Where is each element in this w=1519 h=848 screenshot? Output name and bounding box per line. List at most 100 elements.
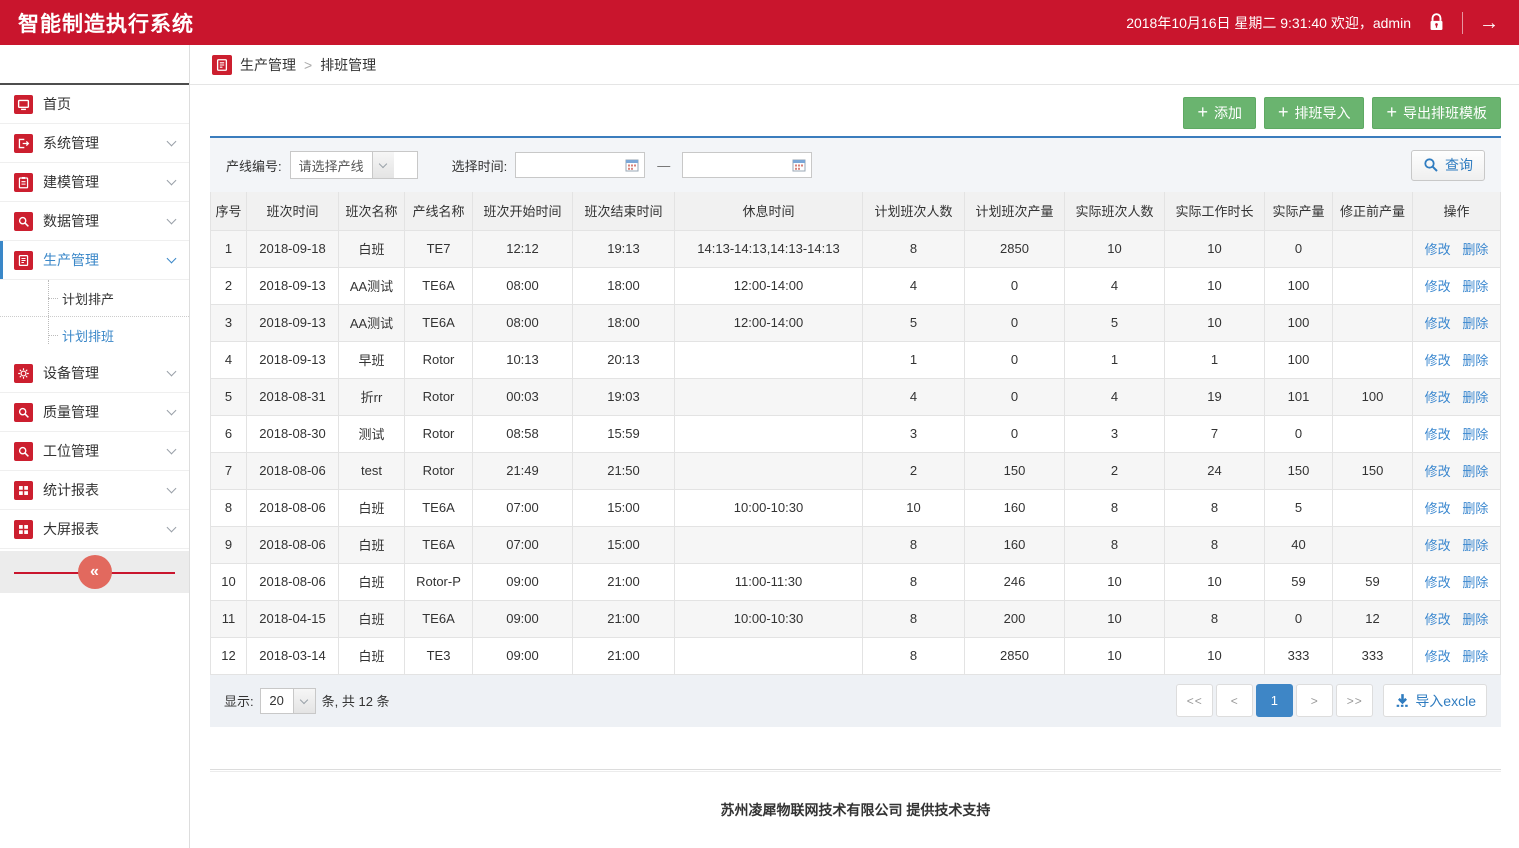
sidebar-item-production[interactable]: 生产管理 <box>0 241 189 280</box>
breadcrumb-document-icon <box>212 55 232 75</box>
logout-arrow-icon[interactable]: → <box>1479 13 1499 33</box>
sidebar-subitem-plan-shift[interactable]: 计划排班 <box>0 317 189 354</box>
delete-link[interactable]: 删除 <box>1462 316 1488 331</box>
sidebar-item-station[interactable]: 工位管理 <box>0 432 189 471</box>
cell-line-name: Rotor <box>405 452 473 489</box>
cell-index: 2 <box>211 267 247 304</box>
cell-planned-people: 8 <box>863 600 965 637</box>
top-bar: 智能制造执行系统 2018年10月16日 星期二 9:31:40 欢迎，admi… <box>0 0 1519 45</box>
delete-link[interactable]: 删除 <box>1462 242 1488 257</box>
table-body: 1 2018-09-18 白班 TE7 12:12 19:13 14:13-14… <box>211 230 1501 674</box>
col-header-planned-people: 计划班次人数 <box>863 192 965 230</box>
sidebar-subitem-plan-production[interactable]: 计划排产 <box>0 280 189 317</box>
edit-link[interactable]: 修改 <box>1425 612 1451 627</box>
cell-end-time: 15:59 <box>573 415 675 452</box>
home-icon <box>14 95 33 114</box>
line-select[interactable]: 请选择产线 <box>290 151 418 179</box>
cell-index: 1 <box>211 230 247 267</box>
shift-import-button[interactable]: + 排班导入 <box>1264 97 1365 129</box>
end-date-input[interactable] <box>688 158 792 173</box>
calendar-icon[interactable] <box>625 158 639 172</box>
edit-link[interactable]: 修改 <box>1425 649 1451 664</box>
edit-link[interactable]: 修改 <box>1425 316 1451 331</box>
cell-end-time: 20:13 <box>573 341 675 378</box>
delete-link[interactable]: 删除 <box>1462 464 1488 479</box>
export-template-button[interactable]: + 导出排班模板 <box>1372 97 1501 129</box>
cell-shift-date: 2018-08-31 <box>247 378 339 415</box>
sidebar-item-bigscreen[interactable]: 大屏报表 <box>0 510 189 549</box>
add-button[interactable]: + 添加 <box>1183 97 1256 129</box>
edit-link[interactable]: 修改 <box>1425 427 1451 442</box>
edit-link[interactable]: 修改 <box>1425 501 1451 516</box>
lock-icon[interactable] <box>1427 12 1446 33</box>
edit-link[interactable]: 修改 <box>1425 575 1451 590</box>
cell-shift-name: 早班 <box>339 341 405 378</box>
first-page-button[interactable]: << <box>1176 684 1213 717</box>
last-page-button[interactable]: >> <box>1336 684 1373 717</box>
sidebar-item-quality[interactable]: 质量管理 <box>0 393 189 432</box>
sidebar-item-label: 质量管理 <box>43 402 99 422</box>
start-date-input[interactable] <box>521 158 625 173</box>
sidebar-item-equipment[interactable]: 设备管理 <box>0 354 189 393</box>
table-row: 12 2018-03-14 白班 TE3 09:00 21:00 8 2850 … <box>211 637 1501 674</box>
cell-end-time: 21:50 <box>573 452 675 489</box>
delete-link[interactable]: 删除 <box>1462 390 1488 405</box>
import-excel-button[interactable]: 导入excle <box>1383 684 1487 717</box>
sidebar-item-modeling[interactable]: 建模管理 <box>0 163 189 202</box>
edit-link[interactable]: 修改 <box>1425 279 1451 294</box>
calendar-icon[interactable] <box>792 158 806 172</box>
query-button-label: 查询 <box>1445 155 1473 175</box>
cell-line-name: TE3 <box>405 637 473 674</box>
sidebar-item-home[interactable]: 首页 <box>0 85 189 124</box>
sidebar-item-system[interactable]: 系统管理 <box>0 124 189 163</box>
edit-link[interactable]: 修改 <box>1425 353 1451 368</box>
delete-link[interactable]: 删除 <box>1462 538 1488 553</box>
cell-index: 9 <box>211 526 247 563</box>
cell-prefix-output <box>1333 489 1413 526</box>
breadcrumb-page: 排班管理 <box>320 55 376 75</box>
sidebar: 首页 系统管理 建模管理 数据管理 生 <box>0 45 190 848</box>
clipboard-icon <box>14 173 33 192</box>
table-row: 7 2018-08-06 test Rotor 21:49 21:50 2 15… <box>211 452 1501 489</box>
sidebar-collapse-button[interactable]: « <box>78 555 112 589</box>
page-size-select[interactable]: 20 <box>260 688 316 714</box>
plus-icon: + <box>1197 103 1208 121</box>
breadcrumb-section[interactable]: 生产管理 <box>240 55 296 75</box>
delete-link[interactable]: 删除 <box>1462 353 1488 368</box>
plus-icon: + <box>1386 103 1397 121</box>
delete-link[interactable]: 删除 <box>1462 612 1488 627</box>
delete-link[interactable]: 删除 <box>1462 649 1488 664</box>
cell-actual-people: 10 <box>1065 600 1165 637</box>
query-button[interactable]: 查询 <box>1411 150 1485 181</box>
cell-actual-hours: 10 <box>1165 563 1265 600</box>
delete-link[interactable]: 删除 <box>1462 427 1488 442</box>
edit-link[interactable]: 修改 <box>1425 242 1451 257</box>
sidebar-item-label: 设备管理 <box>43 363 99 383</box>
cell-planned-people: 8 <box>863 637 965 674</box>
page-number-button[interactable]: 1 <box>1256 684 1293 717</box>
cell-start-time: 07:00 <box>473 489 573 526</box>
cell-prefix-output <box>1333 415 1413 452</box>
cell-actual-hours: 8 <box>1165 526 1265 563</box>
end-date-box <box>682 152 812 178</box>
cell-index: 3 <box>211 304 247 341</box>
cell-planned-people: 2 <box>863 452 965 489</box>
cell-start-time: 09:00 <box>473 600 573 637</box>
cell-actual-people: 3 <box>1065 415 1165 452</box>
cell-actual-hours: 10 <box>1165 267 1265 304</box>
cell-prefix-output: 59 <box>1333 563 1413 600</box>
cell-planned-output: 0 <box>965 341 1065 378</box>
cell-start-time: 21:49 <box>473 452 573 489</box>
sidebar-item-statistics[interactable]: 统计报表 <box>0 471 189 510</box>
sidebar-item-data[interactable]: 数据管理 <box>0 202 189 241</box>
cell-shift-date: 2018-08-06 <box>247 526 339 563</box>
cell-break-time: 14:13-14:13,14:13-14:13 <box>675 230 863 267</box>
prev-page-button[interactable]: < <box>1216 684 1253 717</box>
delete-link[interactable]: 删除 <box>1462 279 1488 294</box>
delete-link[interactable]: 删除 <box>1462 501 1488 516</box>
edit-link[interactable]: 修改 <box>1425 390 1451 405</box>
next-page-button[interactable]: > <box>1296 684 1333 717</box>
delete-link[interactable]: 删除 <box>1462 575 1488 590</box>
edit-link[interactable]: 修改 <box>1425 538 1451 553</box>
edit-link[interactable]: 修改 <box>1425 464 1451 479</box>
